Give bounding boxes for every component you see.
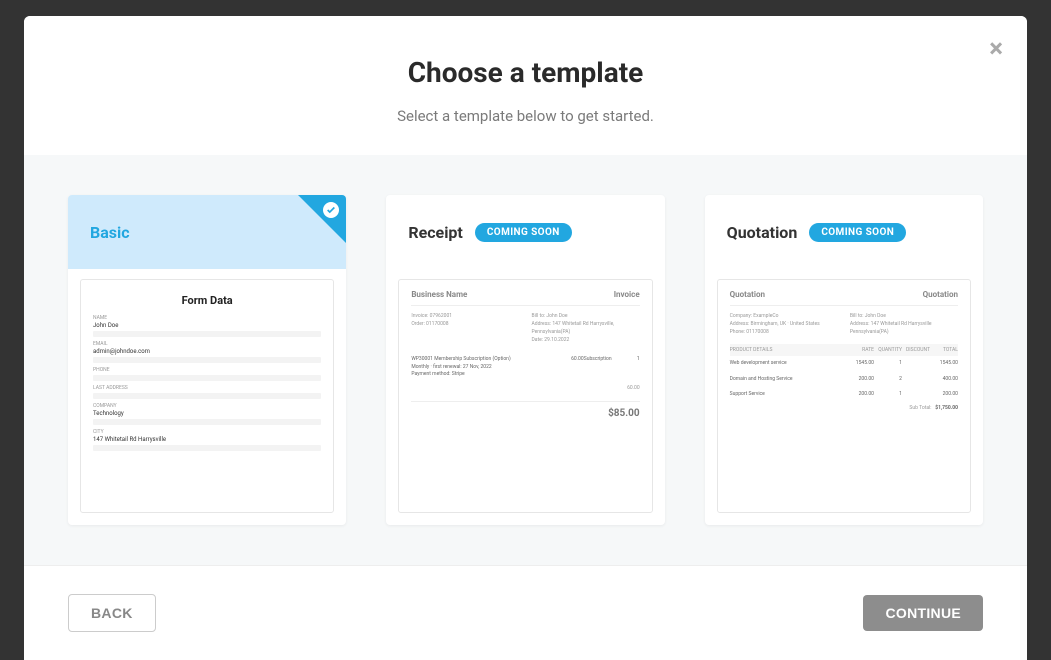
preview-cell: 1 (874, 360, 902, 368)
card-header: Receipt COMING SOON (386, 195, 664, 269)
preview-divider (93, 419, 321, 425)
template-card-basic[interactable]: Basic Form Data NAME John Doe EMAIL admi… (68, 195, 346, 525)
template-card-quotation[interactable]: Quotation COMING SOON Quotation Quotatio… (705, 195, 983, 525)
preview-table-head: PRODUCT DETAILS RATE QUANTITY DISCOUNT T… (730, 344, 958, 356)
preview-line: Order: 01170008 (411, 320, 519, 328)
preview-line: Address: 147 Whitetail Rd Harrysville, P… (532, 320, 640, 336)
card-preview: Quotation Quotation Company: ExampleCo A… (717, 279, 971, 513)
preview-th: RATE (846, 347, 874, 353)
preview-cell: 1545.00 (930, 360, 958, 368)
preview-divider (93, 357, 321, 363)
preview-line: Monthly · first renewal: 27 Nov, 2022 (411, 364, 555, 372)
preview-cell: 200.00 (930, 391, 958, 399)
preview-doc-header: Business Name Invoice (411, 290, 639, 306)
continue-button[interactable]: CONTINUE (863, 595, 983, 631)
table-row: Domain and Hosting Service 200.00 2 400.… (730, 372, 958, 388)
preview-th: PRODUCT DETAILS (730, 347, 846, 353)
preview-subtotal-value: $1,750.00 (935, 405, 958, 411)
preview-item-row: WP30001 Membership Subscription (Option)… (411, 352, 639, 383)
back-button[interactable]: BACK (68, 594, 156, 632)
preview-label: CITY (93, 429, 321, 435)
preview-label: NAME (93, 315, 321, 321)
preview-cell (902, 360, 930, 368)
preview-value: Technology (93, 410, 321, 417)
preview-line: Address: 147 Whitetail Rd Harrysville Pe… (850, 320, 958, 336)
preview-cell: 200.00 (846, 376, 874, 384)
preview-divider (93, 331, 321, 337)
preview-meta: Invoice: 07962001 Order: 01170008 Bill t… (411, 312, 639, 344)
preview-cell: Subscription (584, 356, 612, 379)
preview-cell: 200.00 (846, 391, 874, 399)
card-title: Receipt (408, 223, 463, 242)
preview-th: QUANTITY (874, 347, 902, 353)
preview-doc-name: Business Name (411, 290, 467, 299)
preview-subline: 60.00 (411, 385, 639, 391)
preview-value: John Doe (93, 322, 321, 329)
template-card-receipt[interactable]: Receipt COMING SOON Business Name Invoic… (386, 195, 664, 525)
card-header: Basic (68, 195, 346, 269)
preview-doc-type: Quotation (923, 290, 958, 299)
preview-divider (93, 393, 321, 399)
card-title: Basic (90, 223, 130, 242)
preview-th: TOTAL (930, 347, 958, 353)
preview-subtotal-label: Sub Total: (909, 405, 931, 411)
close-icon[interactable]: × (989, 36, 1003, 62)
preview-label: LAST ADDRESS (93, 385, 321, 391)
modal-subtitle: Select a template below to get started. (44, 107, 1007, 125)
preview-cell: 1545.00 (846, 360, 874, 368)
preview-doc-type: Invoice (614, 290, 640, 299)
preview-cell: 1 (612, 356, 640, 379)
card-header: Quotation COMING SOON (705, 195, 983, 269)
modal-header: × Choose a template Select a template be… (24, 16, 1027, 155)
template-modal: × Choose a template Select a template be… (24, 16, 1027, 660)
preview-line: Company: ExampleCo (730, 312, 838, 320)
preview-meta: Company: ExampleCo Address: Birmingham, … (730, 312, 958, 336)
preview-cell: 60.00 (556, 356, 584, 379)
preview-label: PHONE (93, 367, 321, 373)
coming-soon-badge: COMING SOON (809, 223, 906, 242)
preview-label: EMAIL (93, 341, 321, 347)
preview-line: Address: Birmingham, UK · United States (730, 320, 838, 328)
preview-cell: 1 (874, 391, 902, 399)
preview-total: $85.00 (411, 401, 639, 419)
preview-label: COMPANY (93, 403, 321, 409)
table-row: Web development service 1545.00 1 1545.0… (730, 356, 958, 372)
preview-value: 147 Whitetail Rd Harrysville (93, 436, 321, 443)
preview-cell (902, 391, 930, 399)
preview-doc-header: Quotation Quotation (730, 290, 958, 306)
preview-line: Invoice: 07962001 (411, 312, 519, 320)
card-title: Quotation (727, 223, 798, 242)
preview-doc-name: Quotation (730, 290, 765, 299)
preview-line: Bill to: John Doe (850, 312, 958, 320)
preview-divider (93, 445, 321, 451)
preview-cell: 2 (874, 376, 902, 384)
preview-title: Form Data (93, 294, 321, 307)
preview-th: DISCOUNT (902, 347, 930, 353)
preview-line: Bill to: John Doe (532, 312, 640, 320)
coming-soon-badge: COMING SOON (475, 223, 572, 242)
modal-footer: BACK CONTINUE (24, 565, 1027, 660)
preview-cell (902, 376, 930, 384)
table-row: Support Service 200.00 1 200.00 (730, 387, 958, 403)
preview-divider (93, 375, 321, 381)
modal-body: Basic Form Data NAME John Doe EMAIL admi… (24, 155, 1027, 565)
preview-cell: Web development service (730, 360, 846, 368)
selected-ribbon (298, 195, 346, 243)
preview-line: Date: 29.10.2022 (532, 336, 640, 344)
preview-line: Payment method: Stripe (411, 371, 555, 379)
preview-line: Phone: 01170008 (730, 328, 838, 336)
preview-line: WP30001 Membership Subscription (Option) (411, 356, 555, 364)
preview-cell: 400.00 (930, 376, 958, 384)
preview-subtotal: Sub Total: $1,750.00 (730, 405, 958, 411)
preview-value: admin@johndoe.com (93, 348, 321, 355)
card-preview: Form Data NAME John Doe EMAIL admin@john… (80, 279, 334, 513)
preview-cell: Support Service (730, 391, 846, 399)
card-preview: Business Name Invoice Invoice: 07962001 … (398, 279, 652, 513)
preview-cell: Domain and Hosting Service (730, 376, 846, 384)
modal-title: Choose a template (44, 56, 1007, 89)
